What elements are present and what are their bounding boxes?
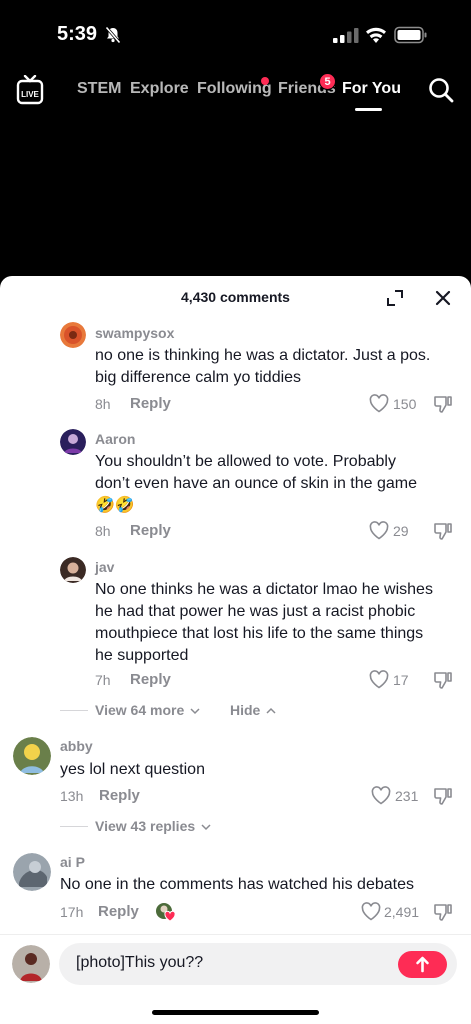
heart-icon[interactable]: [369, 670, 389, 689]
send-button[interactable]: [398, 951, 447, 978]
heart-icon[interactable]: [369, 521, 389, 540]
friends-badge: 5: [319, 73, 336, 90]
comment-username[interactable]: abby: [60, 738, 93, 754]
reply-button[interactable]: Reply: [98, 903, 139, 920]
like-count: 2,491: [384, 904, 420, 920]
comment-text-line: don’t even have an ounce of skin in the …: [95, 475, 417, 492]
expand-icon[interactable]: [386, 289, 404, 307]
reply-button[interactable]: Reply: [130, 395, 171, 412]
dislike-icon[interactable]: [433, 902, 453, 922]
view-more-label: View 64 more: [95, 702, 185, 718]
chevron-up-icon: [266, 707, 276, 714]
comment-emoji-line: 🤣🤣: [95, 497, 135, 514]
reply-button[interactable]: Reply: [130, 671, 171, 688]
top-navigation: LIVE STEM Explore Following Friends 5 Fo…: [0, 70, 471, 114]
comment-text-line: big difference calm yo tiddies: [95, 369, 302, 386]
svg-text:LIVE: LIVE: [21, 90, 39, 99]
dislike-icon[interactable]: [433, 521, 453, 541]
clock: 5:39: [57, 23, 98, 45]
dislike-icon[interactable]: [433, 786, 453, 806]
live-icon[interactable]: LIVE: [16, 75, 44, 105]
comment-text-line: mouthpiece that lost his life to the sam…: [95, 625, 424, 642]
view-replies-label: View 43 replies: [95, 818, 196, 834]
avatar[interactable]: [60, 322, 86, 348]
comment-text-line: yes lol next question: [60, 761, 205, 778]
tab-explore[interactable]: Explore: [130, 80, 189, 98]
creator-liked-avatar-icon: [156, 903, 176, 922]
comment-username[interactable]: jav: [95, 559, 114, 575]
avatar[interactable]: [60, 557, 86, 583]
comment-username[interactable]: swampysox: [95, 325, 174, 341]
avatar[interactable]: [13, 853, 51, 891]
comment-input-field[interactable]: [photo]This you??: [59, 943, 457, 985]
active-tab-indicator: [355, 108, 382, 111]
divider: [60, 826, 88, 827]
status-bar: 5:39: [0, 0, 471, 60]
comment-username[interactable]: ai P: [60, 854, 85, 870]
like-count: 231: [395, 788, 419, 804]
avatar[interactable]: [60, 429, 86, 455]
hide-replies-button[interactable]: Hide: [230, 702, 276, 718]
view-replies-button[interactable]: View 43 replies: [95, 818, 211, 834]
home-indicator: [152, 1010, 319, 1015]
comment-text-line: No one in the comments has watched his d…: [60, 876, 414, 893]
like-count: 29: [393, 523, 409, 539]
comment-timestamp: 8h: [95, 396, 111, 412]
comments-sheet: 4,430 comments swampysox no one is think…: [0, 276, 471, 1024]
arrow-up-icon: [416, 956, 429, 973]
reply-button[interactable]: Reply: [130, 522, 171, 539]
comment-text-line: no one is thinking he was a dictator. Ju…: [95, 347, 431, 364]
heart-icon[interactable]: [361, 902, 381, 921]
comment-text-line: he had that power he was just a racist p…: [95, 603, 416, 620]
comment-text-line: he supported: [95, 647, 189, 664]
heart-icon[interactable]: [371, 786, 391, 805]
reply-button[interactable]: Reply: [99, 787, 140, 804]
dislike-icon[interactable]: [433, 670, 453, 690]
hide-label: Hide: [230, 702, 261, 718]
chevron-down-icon: [201, 824, 211, 831]
comment-username[interactable]: Aaron: [95, 431, 135, 447]
like-count: 150: [393, 396, 417, 412]
bell-muted-icon: [105, 26, 121, 44]
my-avatar[interactable]: [12, 945, 50, 983]
view-more-replies-button[interactable]: View 64 more: [95, 702, 200, 718]
heart-icon[interactable]: [369, 394, 389, 413]
cellular-signal-icon: [333, 28, 359, 43]
comment-timestamp: 7h: [95, 672, 111, 688]
tab-stem[interactable]: STEM: [77, 80, 121, 98]
avatar[interactable]: [13, 737, 51, 775]
battery-icon: [394, 26, 427, 44]
search-icon[interactable]: [428, 77, 454, 103]
notification-dot: [261, 77, 269, 85]
dislike-icon[interactable]: [433, 394, 453, 414]
wifi-icon: [366, 27, 386, 43]
comment-timestamp: 8h: [95, 523, 111, 539]
comment-input-value: [photo]This you??: [76, 954, 204, 971]
comment-timestamp: 13h: [60, 788, 84, 804]
divider: [60, 710, 88, 711]
like-count: 17: [393, 672, 409, 688]
comment-text-line: No one thinks he was a dictator lmao he …: [95, 581, 433, 598]
comment-text-line: You shouldn’t be allowed to vote. Probab…: [95, 453, 396, 470]
chevron-down-icon: [190, 708, 200, 715]
close-icon[interactable]: [435, 290, 451, 306]
tab-for-you[interactable]: For You: [342, 80, 401, 98]
comment-timestamp: 17h: [60, 904, 84, 920]
